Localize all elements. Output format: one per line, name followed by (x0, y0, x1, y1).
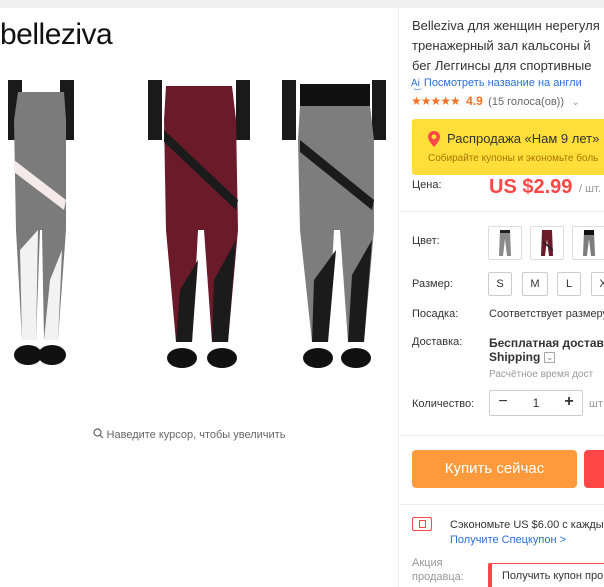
size-option-s[interactable]: S (488, 272, 512, 296)
swatch-thumbnail (583, 230, 595, 256)
rating-row[interactable]: ★★★★★ 4.9 (15 голоса(ов)) ⌄ (411, 94, 580, 108)
promo-subtitle: Собирайте купоны и экономьте боль (428, 153, 599, 164)
shipping-method-text: Shipping (489, 350, 541, 364)
quantity-stepper: − 1 + (489, 390, 583, 416)
brand-logo: belleziva (0, 18, 113, 51)
color-swatch-grey-black[interactable] (572, 226, 604, 260)
quantity-decrease-button[interactable]: − (490, 391, 516, 415)
promo-title: Распродажа «Нам 9 лет» (447, 131, 600, 146)
shipping-time: Расчётное время дост (489, 369, 594, 380)
product-info-panel: Belleziva для женщин нерегуля тренажерны… (398, 8, 604, 587)
magnifier-icon (92, 428, 103, 439)
buy-now-button[interactable]: Купить сейчас (412, 450, 577, 488)
product-photo[interactable] (0, 80, 398, 380)
get-coupon-link[interactable]: Получите Спецкупон > (450, 534, 566, 546)
shipping-method[interactable]: Shipping ⌄ (489, 350, 556, 364)
size-option-l[interactable]: L (557, 272, 581, 296)
seller-label-line: Акция (412, 557, 443, 569)
swatch-thumbnail (541, 230, 553, 256)
shipping-label: Доставка: (412, 336, 463, 348)
shipping-value: Бесплатная доставка (489, 336, 604, 350)
divider (399, 504, 604, 505)
quantity-input[interactable]: 1 (516, 391, 556, 415)
price-label: Цена: (412, 179, 442, 191)
location-pin-icon (428, 131, 440, 147)
divider (399, 211, 604, 212)
size-label: Размер: (412, 278, 453, 290)
quantity-label: Количество: (412, 398, 475, 410)
size-option-x[interactable]: X (591, 272, 604, 296)
star-rating-icon: ★★★★★ (411, 94, 461, 108)
model-burgundy (148, 80, 250, 368)
color-swatch-burgundy[interactable] (530, 226, 564, 260)
model-grey-white (8, 80, 74, 365)
quantity-increase-button[interactable]: + (556, 391, 582, 415)
product-gallery: belleziva Наведите курсор, чтобы увеличи… (0, 8, 398, 587)
top-bar (0, 0, 604, 8)
model-grey-black (282, 80, 386, 368)
chevron-down-icon: ⌄ (571, 97, 580, 108)
seller-coupon-button[interactable]: Получить купон про (488, 563, 604, 587)
translate-icon: A͜i (411, 78, 420, 89)
zoom-hint: Наведите курсор, чтобы увеличить (0, 428, 378, 441)
color-label: Цвет: (412, 235, 440, 247)
fit-value: Соответствует размеру (489, 308, 604, 320)
product-title: Belleziva для женщин нерегуля тренажерны… (412, 16, 604, 76)
fit-label: Посадка: (412, 308, 459, 320)
divider (399, 435, 604, 436)
votes-count: (15 голоса(ов)) (488, 96, 565, 108)
seller-promo-label: Акция продавца: (412, 556, 464, 584)
swatch-thumbnail (499, 230, 511, 256)
translate-link[interactable]: A͜i Посмотреть название на англи (411, 77, 582, 89)
price-unit: / шт. (579, 183, 601, 195)
chevron-down-icon: ⌄ (544, 352, 556, 363)
add-to-cart-button[interactable] (584, 450, 604, 488)
title-line: Belleziva для женщин нерегуля (412, 18, 600, 33)
price-value: US $2.99 (489, 176, 573, 198)
size-option-m[interactable]: M (522, 272, 548, 296)
zoom-hint-text: Наведите курсор, чтобы увеличить (106, 429, 286, 441)
promo-banner[interactable]: Распродажа «Нам 9 лет» Собирайте купоны … (412, 119, 604, 175)
title-line: тренажерный зал кальсоны й (412, 38, 591, 53)
quantity-unit: шт (589, 398, 603, 410)
title-line: бег Леггинсы для спортивные (412, 58, 592, 73)
coupon-icon (412, 517, 432, 531)
color-swatch-grey-white[interactable] (488, 226, 522, 260)
seller-label-line: продавца: (412, 571, 464, 583)
coupon-text: Сэкономьте US $6.00 с кажды (450, 519, 604, 531)
rating-value: 4.9 (466, 94, 483, 108)
translate-link-text: Посмотреть название на англи (423, 77, 582, 89)
